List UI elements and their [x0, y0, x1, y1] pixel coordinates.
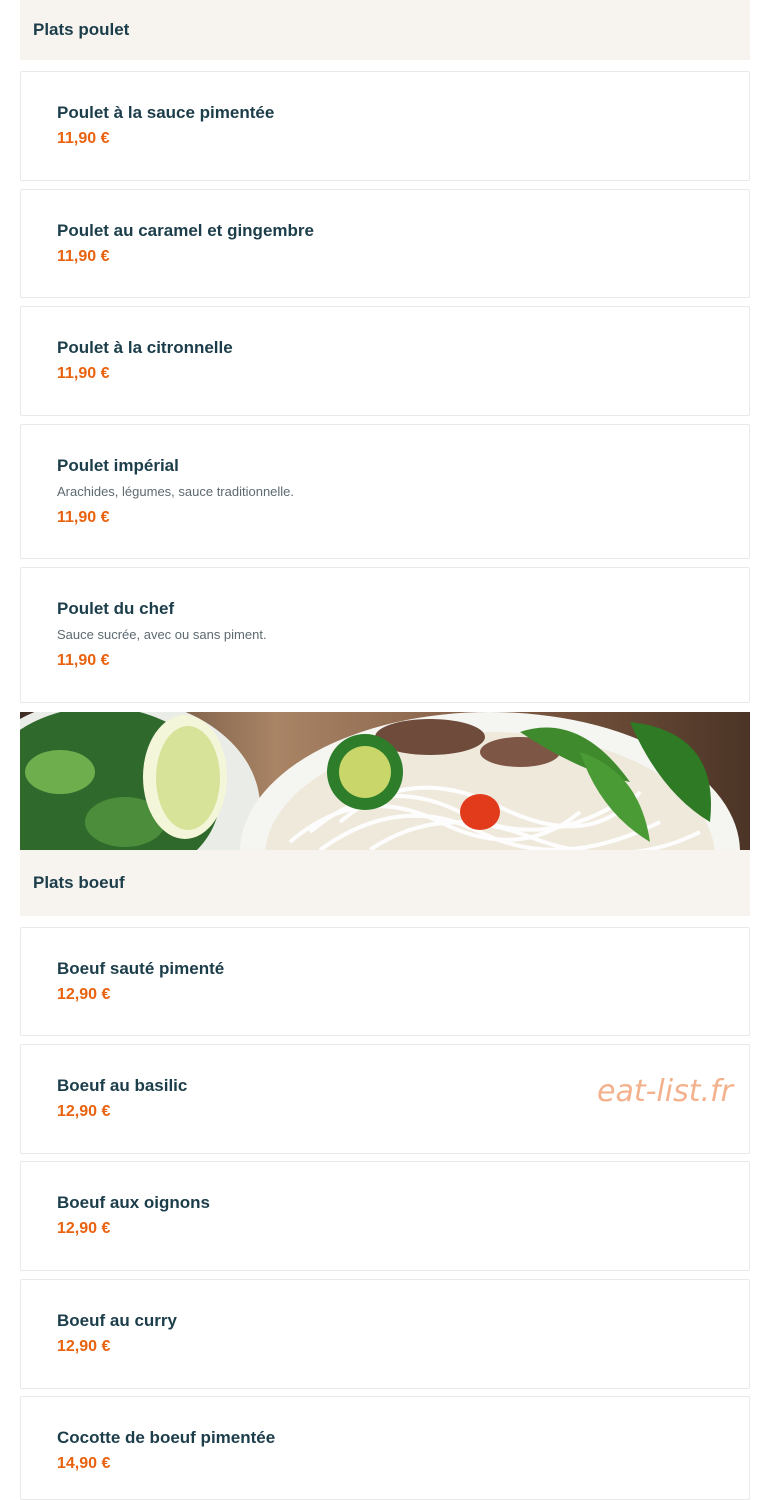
- menu-item-name: Poulet du chef: [57, 599, 175, 618]
- menu-item-card[interactable]: Poulet impérial Arachides, légumes, sauc…: [20, 424, 750, 559]
- menu-item-description: Sauce sucrée, avec ou sans piment.: [57, 627, 267, 642]
- menu-item-name: Poulet à la citronnelle: [57, 338, 233, 357]
- menu-item-card[interactable]: Poulet du chef Sauce sucrée, avec ou san…: [20, 567, 750, 703]
- menu-item-price: 12,90 €: [57, 1220, 111, 1237]
- menu-item-name: Poulet impérial: [57, 456, 179, 475]
- menu-item-card[interactable]: Cocotte de boeuf pimentée 14,90 €: [20, 1396, 750, 1500]
- menu-item-name: Boeuf aux oignons: [57, 1193, 210, 1212]
- menu-item-card[interactable]: Boeuf sauté pimenté 12,90 €: [20, 927, 750, 1036]
- section-title: Plats boeuf: [33, 873, 125, 892]
- menu-item-card[interactable]: Boeuf au curry 12,90 €: [20, 1279, 750, 1389]
- watermark: eat-list.fr: [597, 1074, 733, 1109]
- menu-item-name: Boeuf au basilic: [57, 1076, 188, 1095]
- menu-item-price: 12,90 €: [57, 986, 111, 1003]
- section-header-poulet: Plats poulet: [20, 0, 750, 60]
- menu-item-name: Poulet au caramel et gingembre: [57, 221, 314, 240]
- section-header-boeuf: Plats boeuf: [20, 850, 750, 916]
- section-title: Plats poulet: [33, 20, 130, 39]
- menu-item-name: Cocotte de boeuf pimentée: [57, 1428, 276, 1447]
- menu-item-card[interactable]: Boeuf aux oignons 12,90 €: [20, 1161, 750, 1271]
- menu-item-description: Arachides, légumes, sauce traditionnelle…: [57, 484, 295, 499]
- menu-item-price: 14,90 €: [57, 1455, 111, 1472]
- menu-item-price: 11,90 €: [57, 652, 110, 669]
- menu-item-price: 11,90 €: [57, 130, 110, 147]
- menu-item-card[interactable]: Poulet au caramel et gingembre 11,90 €: [20, 189, 750, 298]
- menu-item-price: 11,90 €: [57, 365, 110, 382]
- food-banner-image: [20, 712, 750, 850]
- menu-item-name: Boeuf sauté pimenté: [57, 959, 225, 978]
- menu-item-card[interactable]: Poulet à la sauce pimentée 11,90 €: [20, 71, 750, 181]
- menu-item-card[interactable]: Poulet à la citronnelle 11,90 €: [20, 306, 750, 416]
- menu-item-price: 11,90 €: [57, 509, 110, 526]
- menu-item-price: 11,90 €: [57, 248, 110, 265]
- menu-item-price: 12,90 €: [57, 1103, 111, 1120]
- menu-item-name: Boeuf au curry: [57, 1311, 177, 1330]
- menu-item-price: 12,90 €: [57, 1338, 111, 1355]
- menu-item-name: Poulet à la sauce pimentée: [57, 103, 275, 122]
